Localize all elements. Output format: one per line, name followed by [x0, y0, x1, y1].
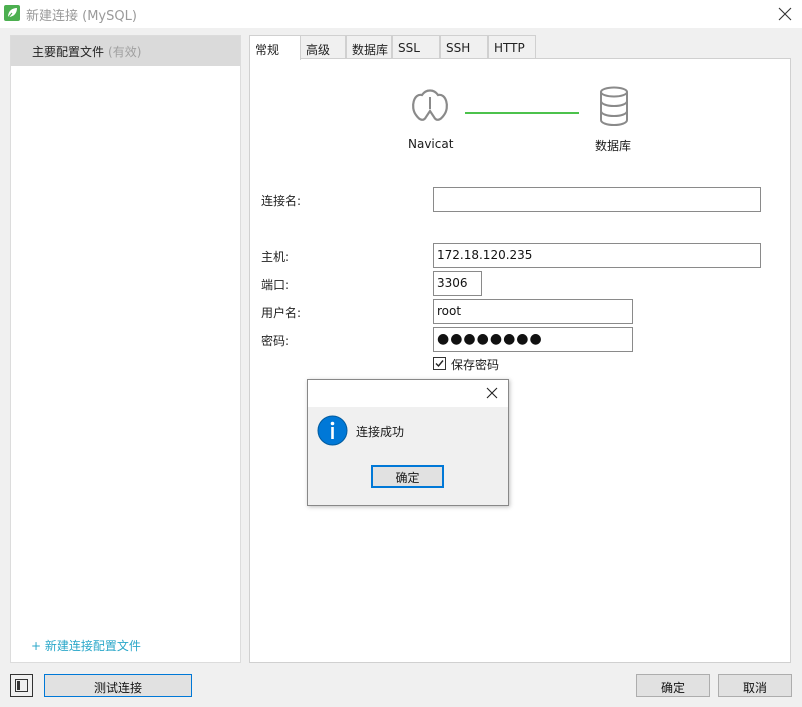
connection-name-input[interactable] [433, 187, 761, 212]
tab-general[interactable]: 常规 [249, 35, 301, 60]
profile-sidebar: 主要配置文件 (有效) + 新建连接配置文件 [10, 35, 241, 663]
password-value: ●●●●●●●● [437, 331, 543, 347]
username-label: 用户名: [261, 306, 302, 320]
host-input[interactable]: 172.18.120.235 [433, 243, 761, 268]
connection-success-dialog: 连接成功 确定 [307, 379, 509, 506]
sidebar-toggle-button[interactable] [10, 674, 33, 697]
general-settings-panel: Navicat 数据库 连接名: 主机: 172.18.120.235 端口: … [249, 58, 791, 663]
port-input[interactable]: 3306 [433, 271, 482, 296]
window-title: 新建连接 (MySQL) [26, 9, 137, 24]
test-connection-button[interactable]: 测试连接 [44, 674, 192, 697]
password-label: 密码: [261, 334, 290, 348]
tab-database[interactable]: 数据库 [346, 35, 392, 59]
password-input[interactable]: ●●●●●●●● [433, 327, 633, 352]
port-label: 端口: [261, 278, 290, 292]
new-profile-link[interactable]: + 新建连接配置文件 [31, 637, 141, 654]
connection-name-label: 连接名: [261, 194, 302, 208]
dialog-message: 连接成功 [356, 425, 405, 439]
close-icon [778, 7, 792, 21]
navicat-label: Navicat [408, 137, 454, 151]
close-icon [486, 387, 498, 399]
dialog-close-button[interactable] [486, 387, 498, 402]
navicat-icon [408, 85, 452, 132]
host-label: 主机: [261, 250, 290, 264]
sidebar-item-label: 主要配置文件 (有效) [32, 43, 141, 60]
tab-ssl[interactable]: SSL [392, 35, 440, 59]
save-password-checkbox[interactable] [433, 357, 446, 370]
username-input[interactable]: root [433, 299, 633, 324]
connection-link-line [465, 112, 579, 114]
checkmark-icon [435, 360, 444, 368]
title-bar: 新建连接 (MySQL) [0, 0, 802, 28]
window-close-button[interactable] [768, 0, 802, 28]
ok-button[interactable]: 确定 [636, 674, 710, 697]
database-label: 数据库 [595, 139, 632, 153]
dialog-ok-button[interactable]: 确定 [371, 465, 444, 488]
panel-toggle-icon [15, 679, 28, 692]
sidebar-item-main-profile[interactable]: 主要配置文件 (有效) [11, 36, 240, 66]
profile-name: 主要配置文件 [32, 45, 105, 59]
tab-http[interactable]: HTTP [488, 35, 536, 59]
save-password-label: 保存密码 [451, 358, 500, 372]
database-icon [598, 86, 630, 129]
tab-ssh[interactable]: SSH [440, 35, 488, 59]
tab-advanced[interactable]: 高级 [300, 35, 346, 59]
info-icon [317, 415, 348, 449]
profile-status: (有效) [108, 45, 142, 59]
cancel-button[interactable]: 取消 [718, 674, 792, 697]
navicat-leaf-icon [4, 5, 20, 21]
dialog-title-bar [308, 380, 508, 407]
